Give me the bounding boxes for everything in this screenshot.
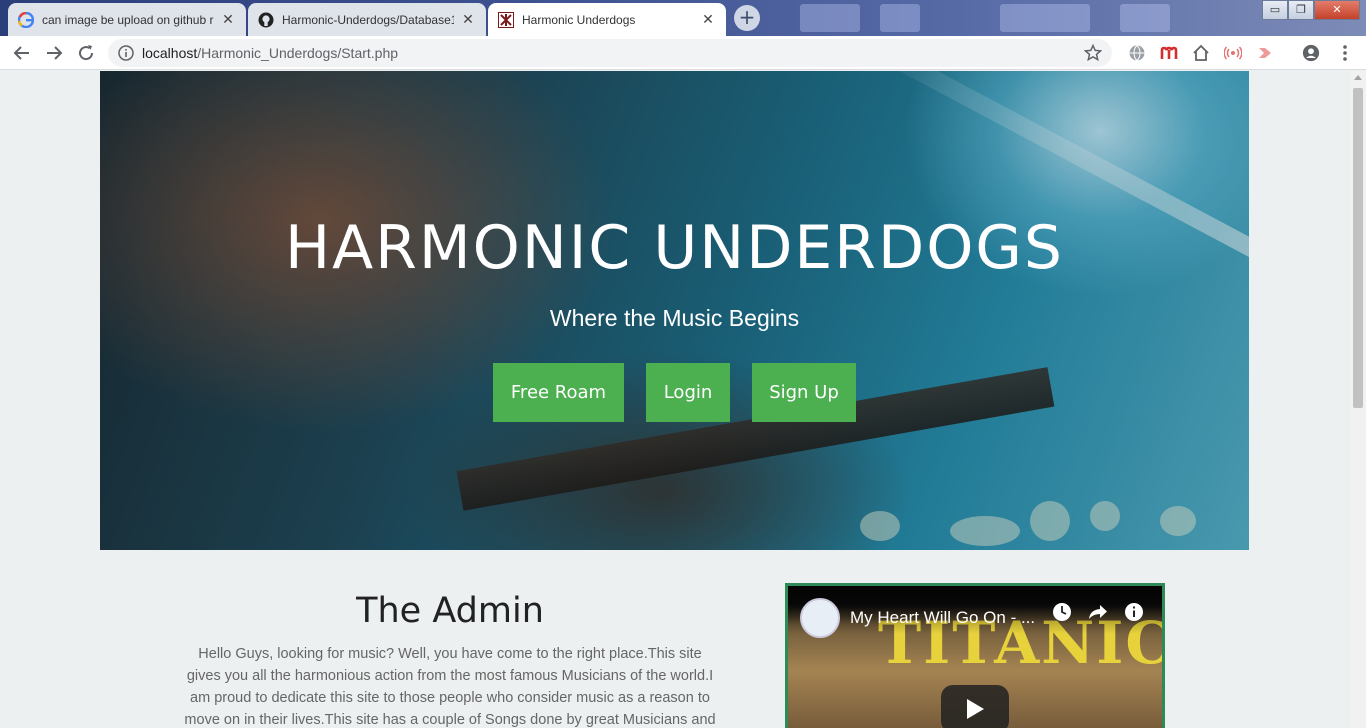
info-icon[interactable] [118,45,134,61]
restore-button[interactable]: ❐ [1288,0,1314,20]
back-button[interactable] [10,41,34,65]
browser-toolbar: localhost/Harmonic_Underdogs/Start.php [0,36,1366,70]
hero-button-group: Free Roam Login Sign Up [493,363,856,422]
youtube-video-embed[interactable]: TITANIC My Heart Will Go On - ... [785,583,1165,728]
arrow-extension-icon[interactable] [1256,44,1274,62]
arrow-right-icon [47,46,63,60]
arrow-left-icon [13,46,29,60]
profile-icon[interactable] [1302,44,1320,62]
globe-extension-icon[interactable] [1128,44,1146,62]
video-title[interactable]: My Heart Will Go On - ... [850,608,1035,628]
tab-strip-decoration [880,4,920,32]
site-icon [498,11,514,28]
forward-button[interactable] [42,41,66,65]
github-icon [258,12,274,28]
watch-later-icon[interactable] [1050,600,1074,624]
minimize-button[interactable]: ▭ [1262,0,1288,20]
tab-title: Harmonic-Underdogs/Database1 [282,12,454,27]
close-icon[interactable]: ✕ [460,12,476,28]
new-tab-button[interactable]: + [734,5,760,31]
tab-strip-decoration [1000,4,1090,32]
hero-banner: HARMONIC UNDERDOGS Where the Music Begin… [100,71,1249,550]
m-extension-icon[interactable] [1160,44,1178,62]
tab-title: Harmonic Underdogs [522,12,636,27]
url-path: /Harmonic_Underdogs/Start.php [197,45,399,61]
site-tagline: Where the Music Begins [549,305,800,331]
play-button[interactable] [941,685,1009,728]
menu-kebab-icon[interactable] [1336,44,1354,62]
url-text: localhost/Harmonic_Underdogs/Start.php [142,45,398,61]
tab-title: can image be upload on github r [42,12,214,27]
tab-strip: can image be upload on github r ✕ Harmon… [0,0,1366,36]
address-bar[interactable]: localhost/Harmonic_Underdogs/Start.php [108,39,1112,67]
url-host: localhost [142,45,198,61]
scroll-up-icon[interactable] [1354,75,1362,80]
tab-strip-decoration [800,4,860,32]
google-icon [18,11,34,28]
share-icon[interactable] [1086,600,1110,624]
channel-avatar[interactable] [800,598,840,638]
page-scrollbar[interactable] [1350,71,1366,728]
admin-section-title: The Admin [356,591,544,631]
site-title: HARMONIC UNDERDOGS [285,213,1064,283]
bookmark-star-icon[interactable] [1084,44,1102,62]
scrollbar-thumb[interactable] [1353,88,1363,408]
reload-icon [79,45,94,61]
info-icon[interactable] [1122,600,1146,624]
sign-up-button[interactable]: Sign Up [752,363,856,422]
close-icon[interactable]: ✕ [220,12,236,28]
reload-button[interactable] [74,41,98,65]
cast-extension-icon[interactable] [1224,44,1242,62]
admin-section-text: Hello Guys, looking for music? Well, you… [184,646,716,728]
close-icon[interactable]: ✕ [700,12,716,28]
free-roam-button[interactable]: Free Roam [493,363,624,422]
tab-harmonic-underdogs[interactable]: Harmonic Underdogs ✕ [488,3,726,36]
tab-google-search[interactable]: can image be upload on github r ✕ [8,3,246,36]
tab-strip-decoration [1120,4,1170,32]
play-icon [967,699,984,719]
tab-github[interactable]: Harmonic-Underdogs/Database1 ✕ [248,3,486,36]
login-button[interactable]: Login [646,363,730,422]
page-viewport: HARMONIC UNDERDOGS Where the Music Begin… [0,71,1350,728]
home-icon[interactable] [1192,44,1210,62]
window-close-button[interactable]: ✕ [1314,0,1360,20]
